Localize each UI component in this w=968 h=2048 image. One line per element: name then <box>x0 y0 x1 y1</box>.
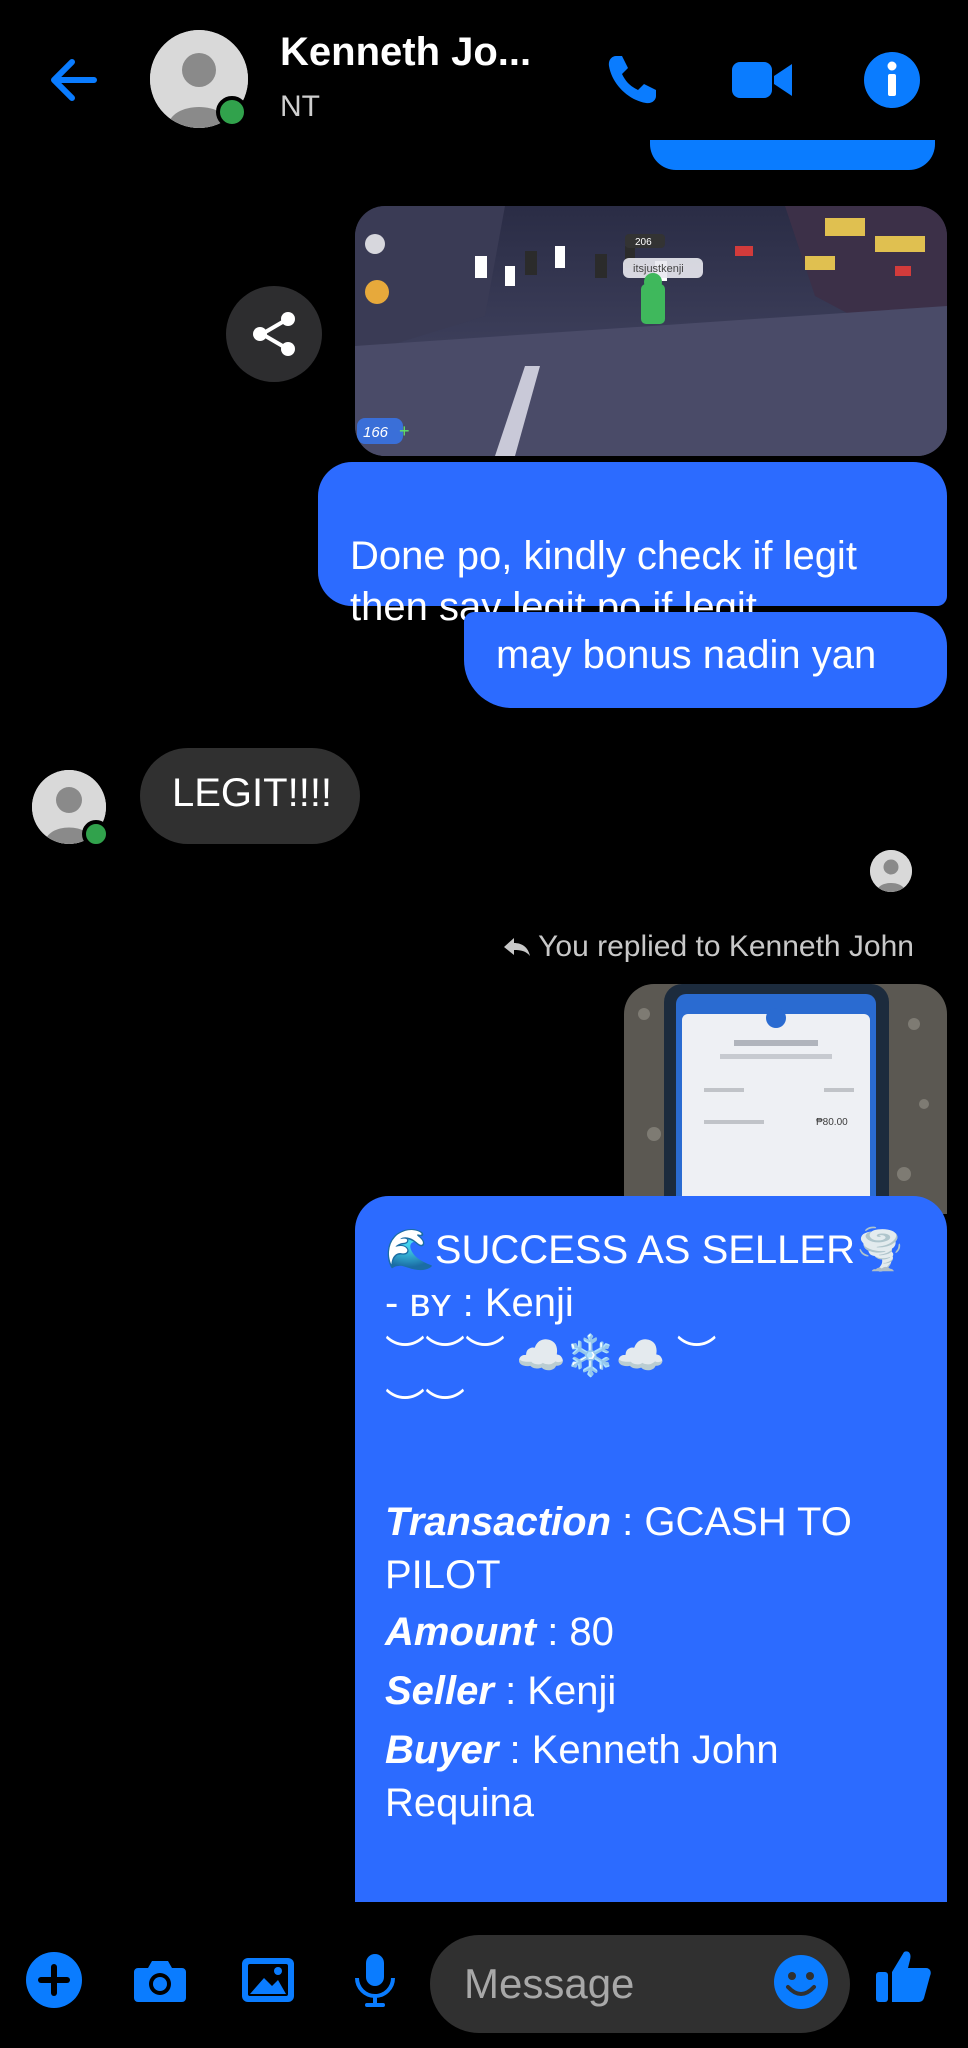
amount-value: : 80 <box>536 1610 614 1654</box>
buyer-row: Buyer : Kenneth John Requina <box>385 1724 917 1830</box>
contact-status: NT <box>280 90 320 123</box>
seller-value: : Kenji <box>493 1669 617 1713</box>
emoji-icon[interactable] <box>772 1953 830 2011</box>
amount-row: Amount : 80 <box>385 1606 917 1659</box>
transaction-row: Transaction : GCASH TO PILOT <box>385 1496 917 1602</box>
by-line-name: Kenji <box>484 1281 574 1325</box>
success-seller-message-bubble[interactable]: 🌊SUCCESS AS SELLER🌪️ - ʙʏ : Kenji ︶︶︶ ☁️… <box>355 1196 947 1902</box>
by-line-prefix: - ʙʏ : <box>385 1281 485 1325</box>
seen-receipt-avatar <box>870 850 912 892</box>
plus-icon[interactable] <box>24 1950 84 2010</box>
decorative-line: ︶︶︶ ☁️❄️☁️ ︶ ︶︶ <box>385 1334 717 1431</box>
by-line: - ʙʏ : Kenji <box>385 1277 917 1330</box>
message-text: LEGIT!!!! <box>172 771 333 815</box>
success-title: 🌊SUCCESS AS SELLER🌪️ <box>385 1228 905 1272</box>
receipt-photo: ₱80.00 <box>624 984 947 1214</box>
player-tag-label: itsjustkenji <box>633 263 684 275</box>
image-icon[interactable] <box>238 1950 298 2010</box>
svg-text:+: + <box>399 421 410 441</box>
microphone-icon[interactable] <box>345 1950 405 2010</box>
receipt-amount: ₱80.00 <box>816 1117 848 1128</box>
message-text: may bonus nadin yan <box>496 633 877 677</box>
back-arrow-icon[interactable] <box>44 50 104 110</box>
phone-icon[interactable] <box>602 50 666 110</box>
online-status-dot <box>82 820 110 848</box>
game-scene-image: itsjustkenji 206 166 + <box>355 206 947 456</box>
default-avatar-icon <box>870 850 912 892</box>
contact-name[interactable]: Kenneth Jo... <box>280 30 531 75</box>
info-icon[interactable] <box>860 50 924 110</box>
share-icon <box>253 312 295 356</box>
outgoing-message-bubble[interactable]: may bonus nadin yan <box>464 612 947 708</box>
outgoing-message-bubble[interactable]: Done po, kindly check if legit then say … <box>318 462 947 629</box>
seller-label: Seller <box>385 1669 494 1713</box>
transaction-label: Transaction <box>385 1500 611 1544</box>
previous-message-bubble <box>650 140 935 170</box>
seller-row: Seller : Kenji <box>385 1665 917 1718</box>
reply-context-text: You replied to Kenneth John <box>538 930 914 963</box>
message-placeholder: Message <box>464 1960 635 2007</box>
incoming-message-bubble[interactable]: LEGIT!!!! <box>140 748 360 844</box>
camera-icon[interactable] <box>130 1950 190 2010</box>
badge-count-label: 206 <box>635 237 652 248</box>
reply-arrow-icon <box>504 938 531 956</box>
buyer-label: Buyer <box>385 1728 499 1772</box>
video-camera-icon[interactable] <box>730 50 794 110</box>
gem-count-label: 166 <box>363 424 389 441</box>
online-status-dot <box>216 96 248 128</box>
game-screenshot-image[interactable]: itsjustkenji 206 166 + <box>355 206 947 456</box>
share-button[interactable] <box>226 286 322 382</box>
receipt-photo-image[interactable]: ₱80.00 <box>624 984 947 1214</box>
reply-context-label: You replied to Kenneth John <box>502 930 914 964</box>
thumbs-up-icon[interactable] <box>872 1944 936 2008</box>
conversation-header: Kenneth Jo... NT <box>0 0 968 150</box>
amount-label: Amount <box>385 1610 537 1654</box>
